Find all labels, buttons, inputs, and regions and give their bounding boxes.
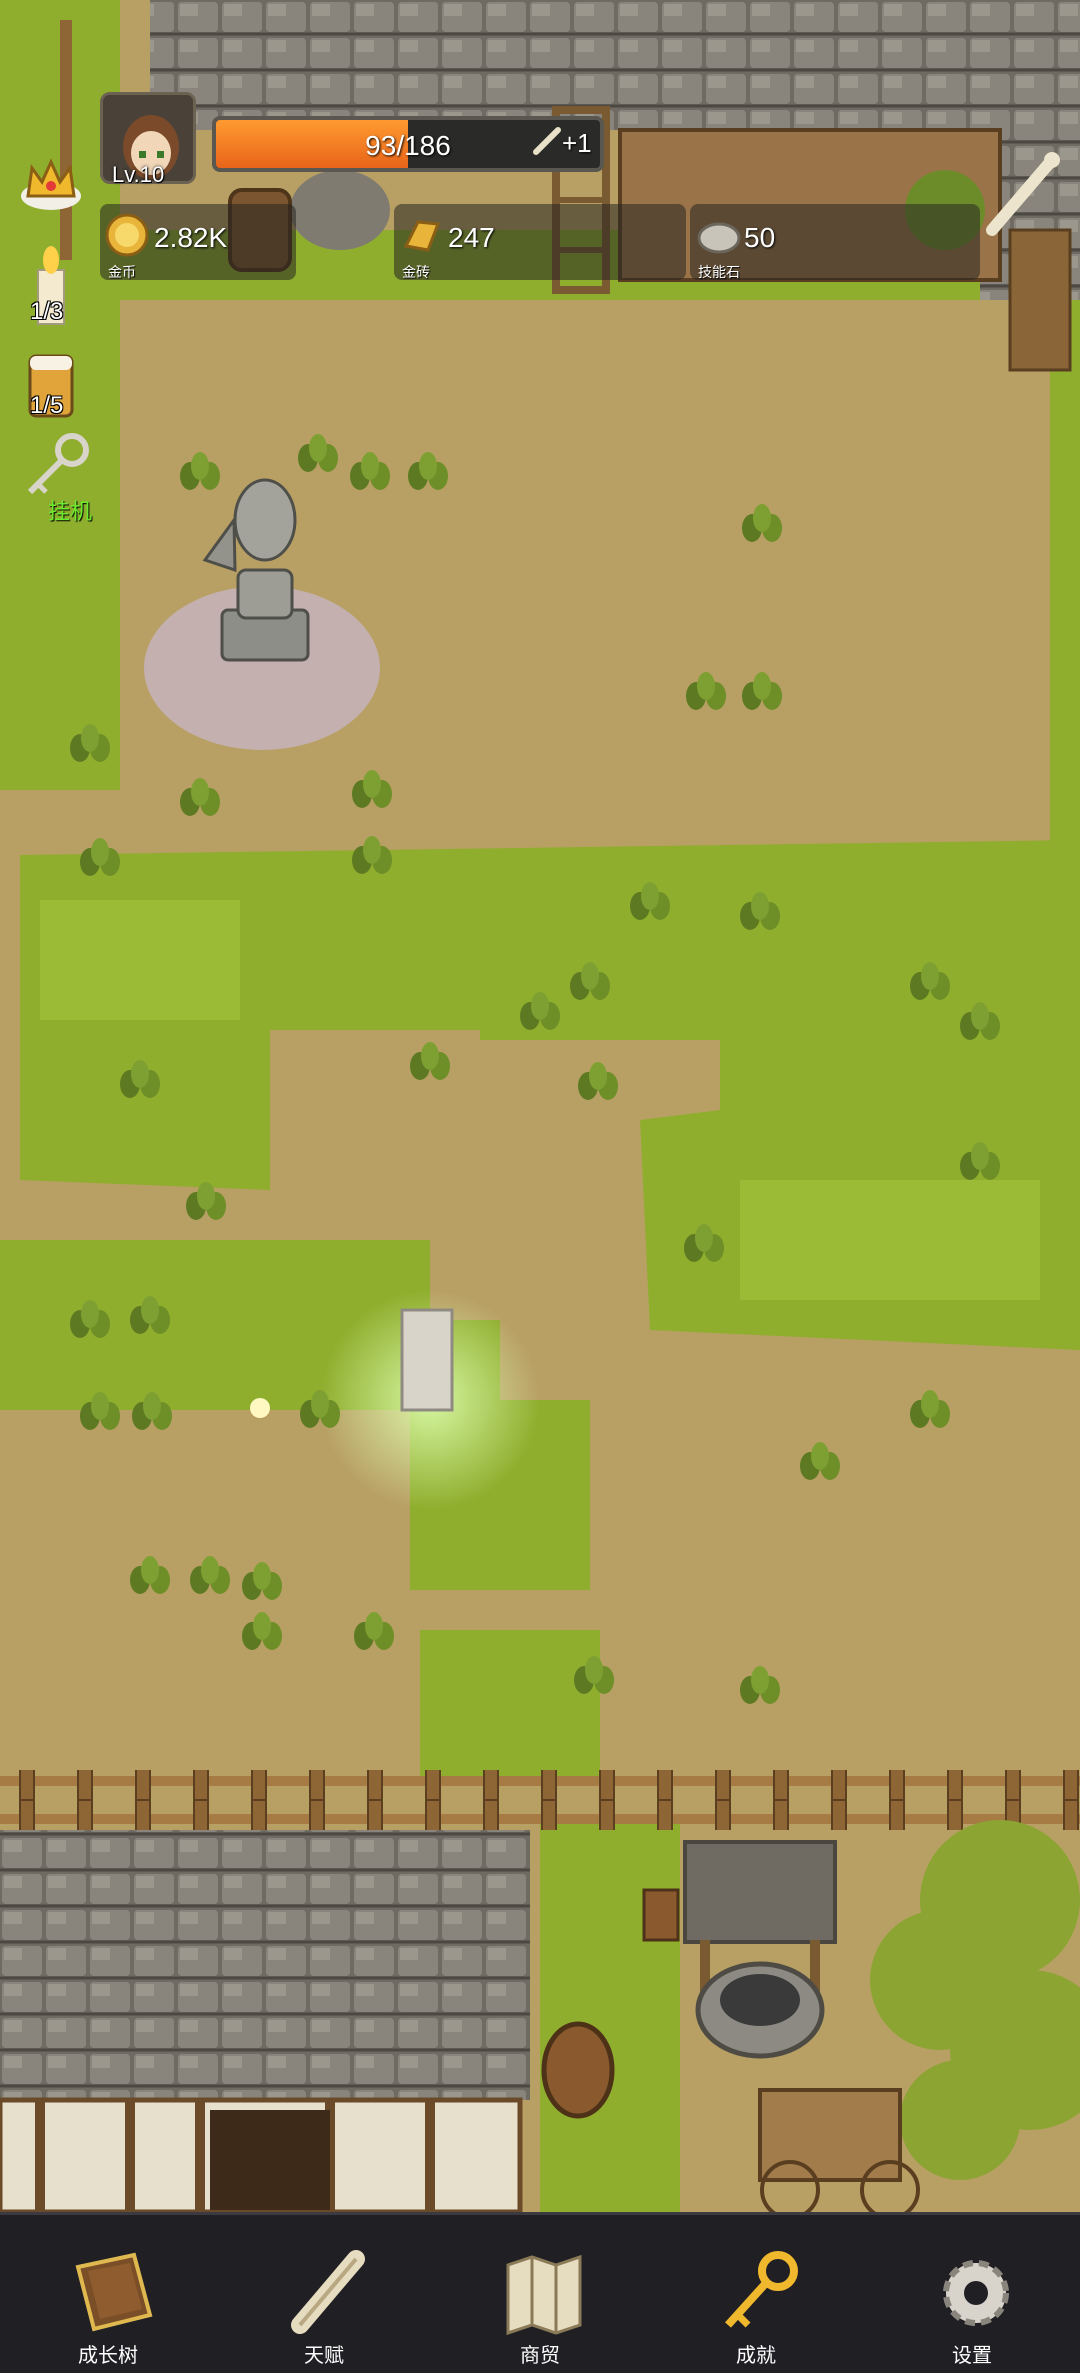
- bottom-house-roof: [0, 1830, 530, 2100]
- resource-value: 50: [744, 222, 776, 253]
- achievement-key-icon: [725, 2251, 798, 2328]
- crown-icon: [21, 158, 81, 210]
- gold-coin-icon: [105, 213, 149, 257]
- skill-stone-icon: [697, 222, 741, 254]
- nav-label: 成长树: [78, 2345, 138, 2367]
- barrel: [541, 2021, 615, 2119]
- farm-map: [0, 0, 1080, 2212]
- nav-label: 商贸: [520, 2345, 560, 2367]
- nav-label: 天赋: [304, 2345, 344, 2367]
- growth-book-icon: [75, 2252, 153, 2332]
- beer-count: 1/5: [30, 392, 64, 419]
- nav-trade[interactable]: 商贸: [460, 2215, 620, 2373]
- candle-count: 1/3: [30, 298, 64, 325]
- key-icon: [27, 433, 89, 495]
- resource-gold[interactable]: 2.82K 金币: [100, 204, 296, 280]
- bone-icon: [533, 127, 561, 155]
- resource-skill-stone[interactable]: 50 技能石: [690, 204, 980, 280]
- nav-talent[interactable]: 天赋: [244, 2215, 404, 2373]
- settings-gear-icon: [943, 2260, 1009, 2326]
- resource-value: 2.82K: [154, 222, 228, 253]
- resource-label: 金币: [108, 264, 136, 280]
- bottom-nav: 成长树 天赋 商贸 成就 设置: [0, 2212, 1080, 2373]
- nav-label: 成就: [736, 2345, 776, 2367]
- resource-label: 技能石: [698, 264, 740, 280]
- gold-brick-icon: [403, 220, 441, 252]
- sparkle: [250, 1398, 270, 1418]
- auto-play-label: 挂机: [48, 499, 93, 524]
- hud: Lv.10 93/186 +1 2.82K 金币 247 金砖 50 技能石: [0, 0, 1080, 300]
- resource-label: 金砖: [402, 264, 430, 280]
- stone-pillar: [400, 1308, 454, 1412]
- fence: [0, 1770, 1080, 1830]
- nav-settings[interactable]: 设置: [892, 2215, 1052, 2373]
- bone-weapon-icon[interactable]: [982, 150, 1062, 240]
- resource-value: 247: [448, 222, 495, 253]
- player-level: Lv.10: [112, 162, 165, 187]
- crown-button[interactable]: [16, 150, 92, 226]
- exp-bonus: +1: [562, 128, 592, 158]
- nav-label: 设置: [952, 2345, 992, 2367]
- trade-map-icon: [506, 2254, 582, 2336]
- nav-growth-tree[interactable]: 成长树: [28, 2215, 188, 2373]
- talent-scroll-icon: [291, 2250, 365, 2334]
- game-world[interactable]: [0, 0, 1080, 2212]
- resource-gold-brick[interactable]: 247 金砖: [394, 204, 686, 280]
- nav-achievement[interactable]: 成就: [676, 2215, 836, 2373]
